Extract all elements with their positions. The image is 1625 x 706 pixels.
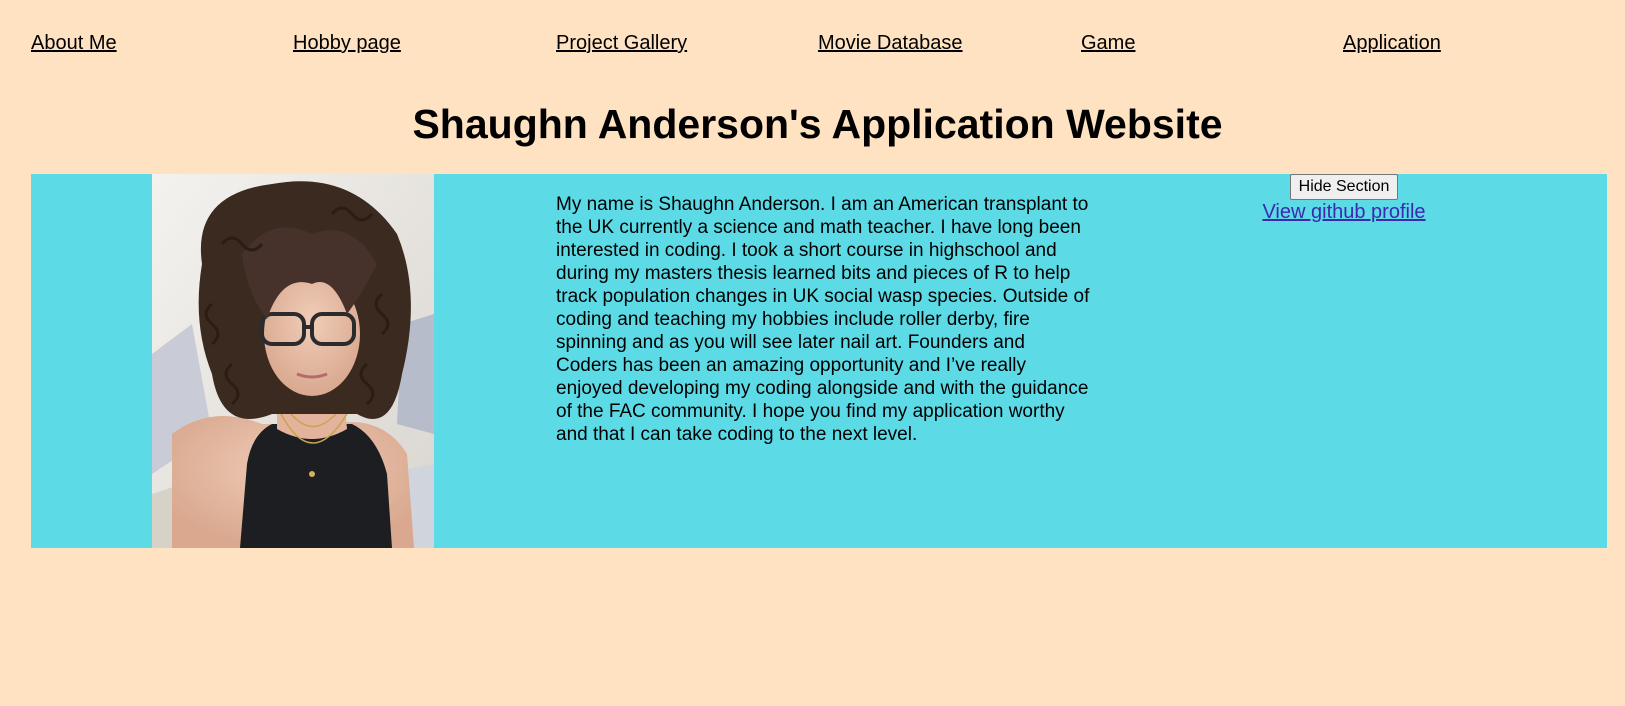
page-title: Shaughn Anderson's Application Website <box>412 101 1223 147</box>
profile-photo <box>152 174 434 548</box>
section-actions: Hide Section View github profile <box>1199 174 1489 224</box>
hide-section-button[interactable]: Hide Section <box>1289 174 1399 200</box>
github-profile-link[interactable]: View github profile <box>1199 200 1489 224</box>
nav-link-hobby-page[interactable]: Hobby page <box>293 31 401 55</box>
top-nav: About Me Hobby page Project Gallery Movi… <box>0 0 1625 80</box>
nav-link-project-gallery[interactable]: Project Gallery <box>556 31 687 55</box>
nav-link-application[interactable]: Application <box>1343 31 1441 55</box>
nav-link-movie-database[interactable]: Movie Database <box>818 31 963 55</box>
nav-link-about-me[interactable]: About Me <box>31 31 117 55</box>
nav-link-game[interactable]: Game <box>1081 31 1135 55</box>
about-section: My name is Shaughn Anderson. I am an Ame… <box>31 174 1607 548</box>
bio-text: My name is Shaughn Anderson. I am an Ame… <box>556 194 1090 445</box>
